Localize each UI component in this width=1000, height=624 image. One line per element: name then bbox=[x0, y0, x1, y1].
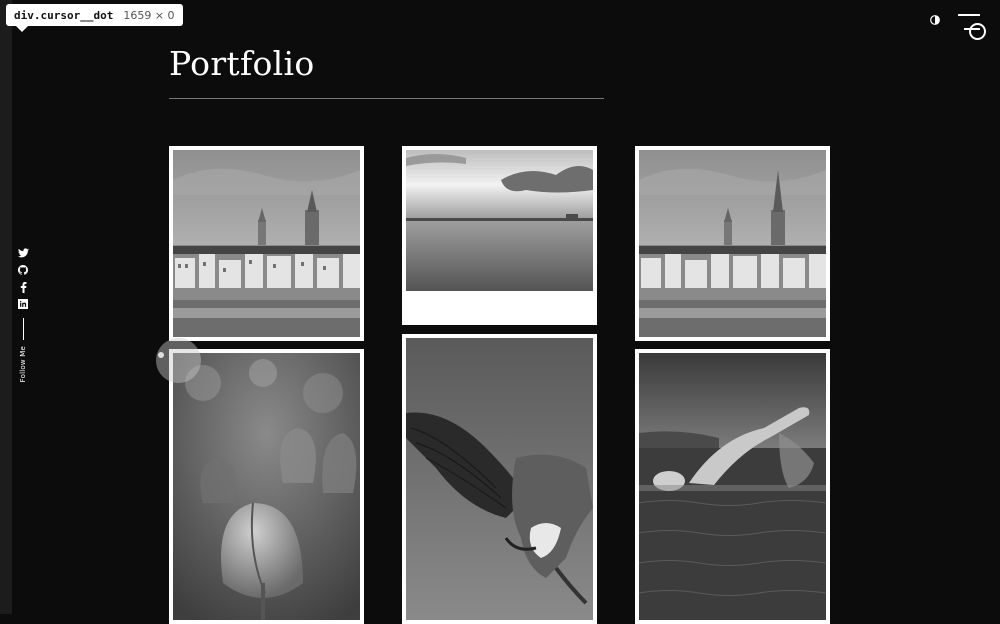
gallery-item-city-1[interactable] bbox=[169, 146, 364, 341]
linkedin-icon[interactable] bbox=[16, 297, 30, 311]
follow-me-label: Follow Me bbox=[19, 346, 27, 383]
gallery-image bbox=[639, 150, 826, 337]
gallery-image bbox=[173, 150, 360, 337]
left-edge-strip bbox=[0, 0, 12, 614]
page-title: Portfolio bbox=[169, 44, 315, 83]
github-icon[interactable] bbox=[16, 263, 30, 277]
gallery-item-city-2[interactable] bbox=[635, 146, 830, 341]
gallery-item-swimmer[interactable] bbox=[635, 349, 830, 624]
cursor-dot bbox=[158, 352, 164, 358]
gallery-item-tulips[interactable] bbox=[169, 349, 364, 624]
cursor-follower bbox=[156, 338, 201, 383]
social-links: Follow Me bbox=[15, 246, 31, 382]
gallery-image bbox=[406, 338, 593, 620]
theme-toggle-icon[interactable] bbox=[930, 15, 940, 25]
facebook-icon[interactable] bbox=[16, 280, 30, 294]
gallery-item-sea[interactable] bbox=[402, 146, 597, 325]
gallery-image bbox=[406, 150, 593, 291]
inspector-selector: div.cursor__dot bbox=[14, 8, 114, 22]
title-divider bbox=[169, 98, 604, 99]
twitter-icon[interactable] bbox=[16, 246, 30, 260]
social-divider-line bbox=[22, 318, 24, 340]
gallery-item-eagle[interactable] bbox=[402, 334, 597, 624]
cursor-ring bbox=[969, 23, 986, 40]
gallery-image bbox=[173, 353, 360, 620]
devtools-inspector-tooltip: div.cursor__dot 1659 × 0 bbox=[6, 4, 183, 32]
inspector-dimensions: 1659 × 0 bbox=[123, 8, 175, 22]
gallery-image bbox=[639, 353, 826, 620]
